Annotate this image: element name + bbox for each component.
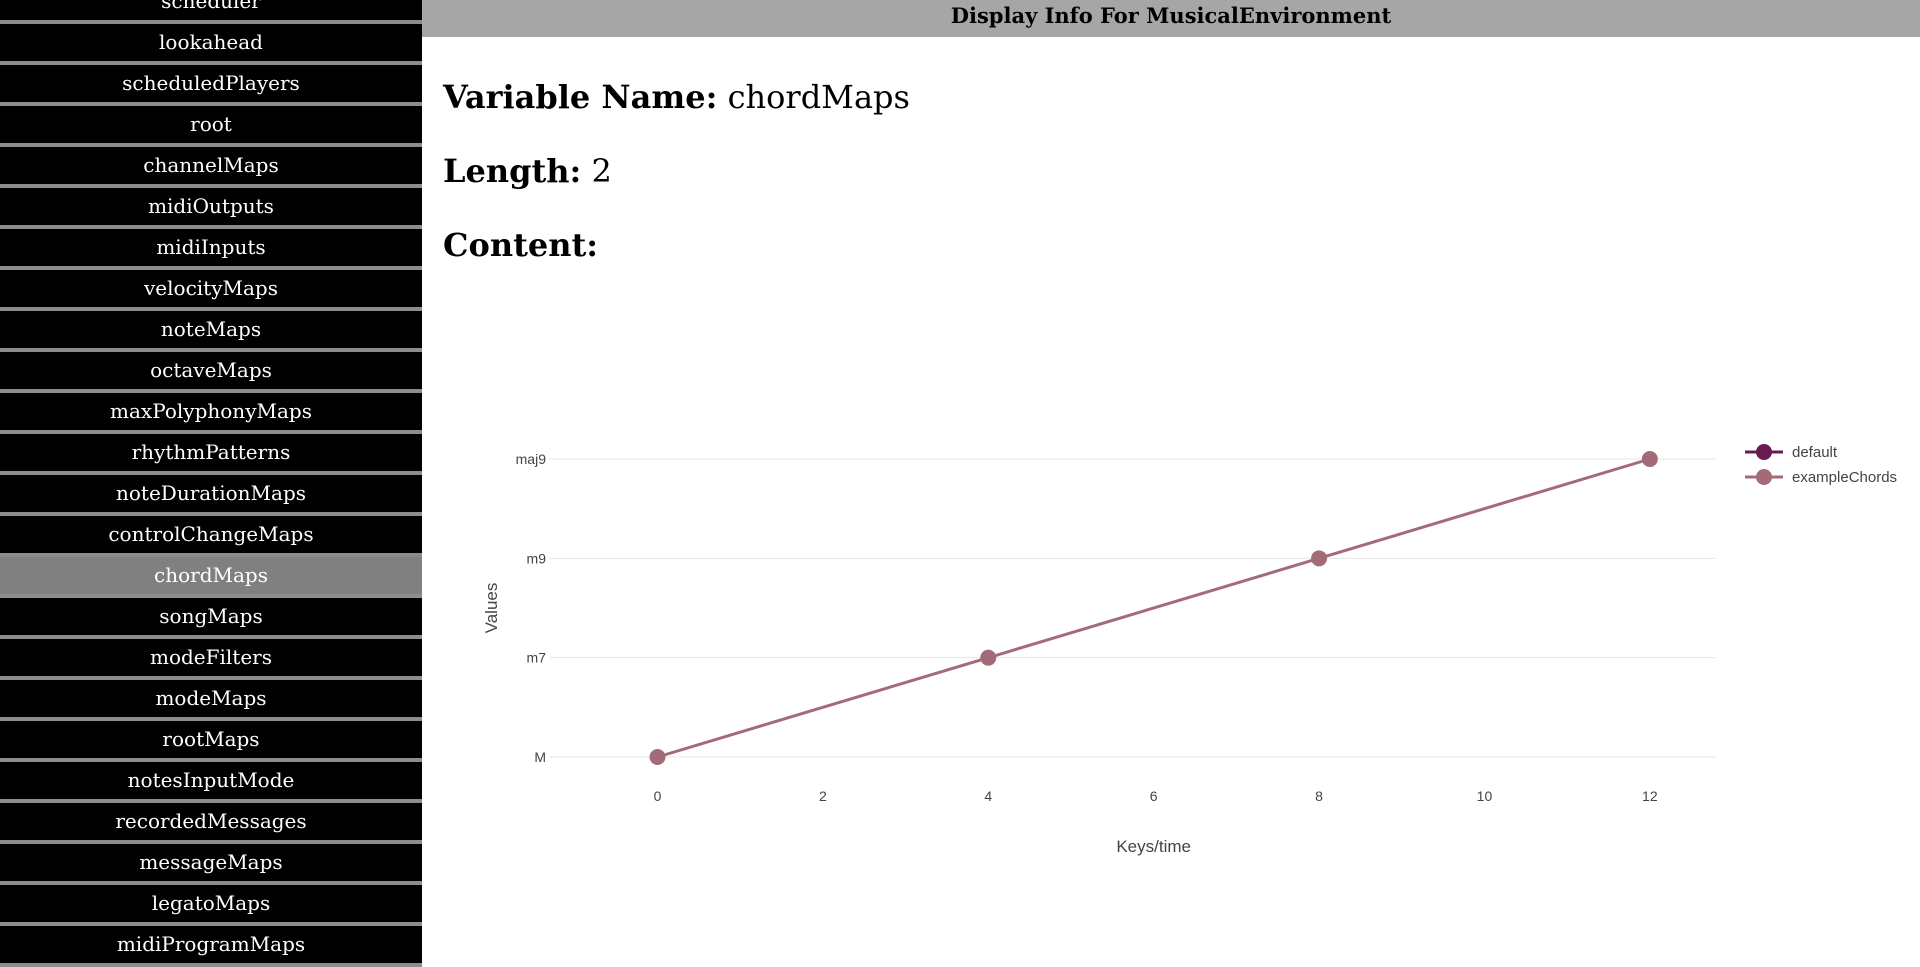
data-point — [649, 749, 666, 765]
sidebar-item-modeFilters[interactable]: modeFilters — [0, 639, 422, 676]
sidebar-item-lookahead[interactable]: lookahead — [0, 24, 422, 61]
y-tick-label: m9 — [527, 550, 547, 566]
sidebar-item-scheduledPlayers[interactable]: scheduledPlayers — [0, 65, 422, 102]
y-tick-label: m7 — [527, 650, 547, 666]
sidebar-item-modeMaps[interactable]: modeMaps — [0, 680, 422, 717]
sidebar-item-chordMaps[interactable]: chordMaps — [0, 557, 422, 594]
variable-name-line: Variable Name: chordMaps — [443, 78, 910, 116]
sidebar-item-messageMaps[interactable]: messageMaps — [0, 844, 422, 881]
y-axis-title: Values — [482, 583, 501, 634]
sidebar-item-noteDurationMaps[interactable]: noteDurationMaps — [0, 475, 422, 512]
series-line-exampleChords — [657, 457, 1651, 759]
sidebar-item-rhythmPatterns[interactable]: rhythmPatterns — [0, 434, 422, 471]
x-tick-label: 0 — [654, 788, 662, 804]
x-axis-title: Keys/time — [1116, 837, 1191, 856]
sidebar-item-midiOutputs[interactable]: midiOutputs — [0, 188, 422, 225]
x-tick-label: 8 — [1315, 788, 1323, 804]
sidebar-item-controlChangeMaps[interactable]: controlChangeMaps — [0, 516, 422, 553]
length-value: 2 — [591, 152, 612, 190]
legend-label-default: default — [1792, 444, 1838, 461]
sidebar-item-root[interactable]: root — [0, 106, 422, 143]
sidebar-item-scheduler[interactable]: scheduler — [0, 0, 422, 20]
content-label: Content: — [443, 226, 599, 264]
sidebar: scheduler lookahead scheduledPlayers root ch… — [0, 0, 422, 967]
sidebar-item-maxPolyphonyMaps[interactable]: maxPolyphonyMaps — [0, 393, 422, 430]
sidebar-item-notesInputMode[interactable]: notesInputMode — [0, 762, 422, 799]
sidebar-item-channelMaps[interactable]: channelMaps — [0, 147, 422, 184]
sidebar-item-songMaps[interactable]: songMaps — [0, 598, 422, 635]
variable-name-value: chordMaps — [727, 78, 910, 116]
variable-name-label: Variable Name: — [443, 78, 718, 116]
sidebar-item-rootMaps[interactable]: rootMaps — [0, 721, 422, 758]
sidebar-item-midiInputs[interactable]: midiInputs — [0, 229, 422, 266]
x-tick-label: 6 — [1150, 788, 1158, 804]
legend-label-exampleChords: exampleChords — [1792, 469, 1897, 486]
sidebar-item-velocityMaps[interactable]: velocityMaps — [0, 270, 422, 307]
x-tick-label: 10 — [1477, 788, 1493, 804]
y-tick-label: M — [534, 749, 546, 765]
y-tick-label: maj9 — [516, 451, 547, 467]
content-line: Content: — [443, 226, 598, 264]
legend-marker-exampleChords — [1756, 469, 1772, 485]
length-line: Length: 2 — [443, 152, 612, 190]
sidebar-item-recordedMessages[interactable]: recordedMessages — [0, 803, 422, 840]
sidebar-item-octaveMaps[interactable]: octaveMaps — [0, 352, 422, 389]
sidebar-item-midiProgramMaps[interactable]: midiProgramMaps — [0, 926, 422, 963]
data-point — [1641, 451, 1658, 467]
x-tick-label: 12 — [1642, 788, 1658, 804]
x-tick-label: 2 — [819, 788, 827, 804]
legend-marker-default — [1756, 444, 1772, 460]
x-tick-label: 4 — [984, 788, 992, 804]
data-point — [980, 649, 997, 666]
sidebar-item-legatoMaps[interactable]: legatoMaps — [0, 885, 422, 922]
chord-maps-chart: Mm7 m9 maj9 0 2 4 6 8 10 12 Keys/time Values default… — [482, 444, 1897, 856]
sidebar-item-noteMaps[interactable]: noteMaps — [0, 311, 422, 348]
data-point — [1311, 550, 1328, 567]
page-header: Display Info For MusicalEnvironment — [422, 0, 1920, 37]
length-label: Length: — [443, 152, 582, 190]
